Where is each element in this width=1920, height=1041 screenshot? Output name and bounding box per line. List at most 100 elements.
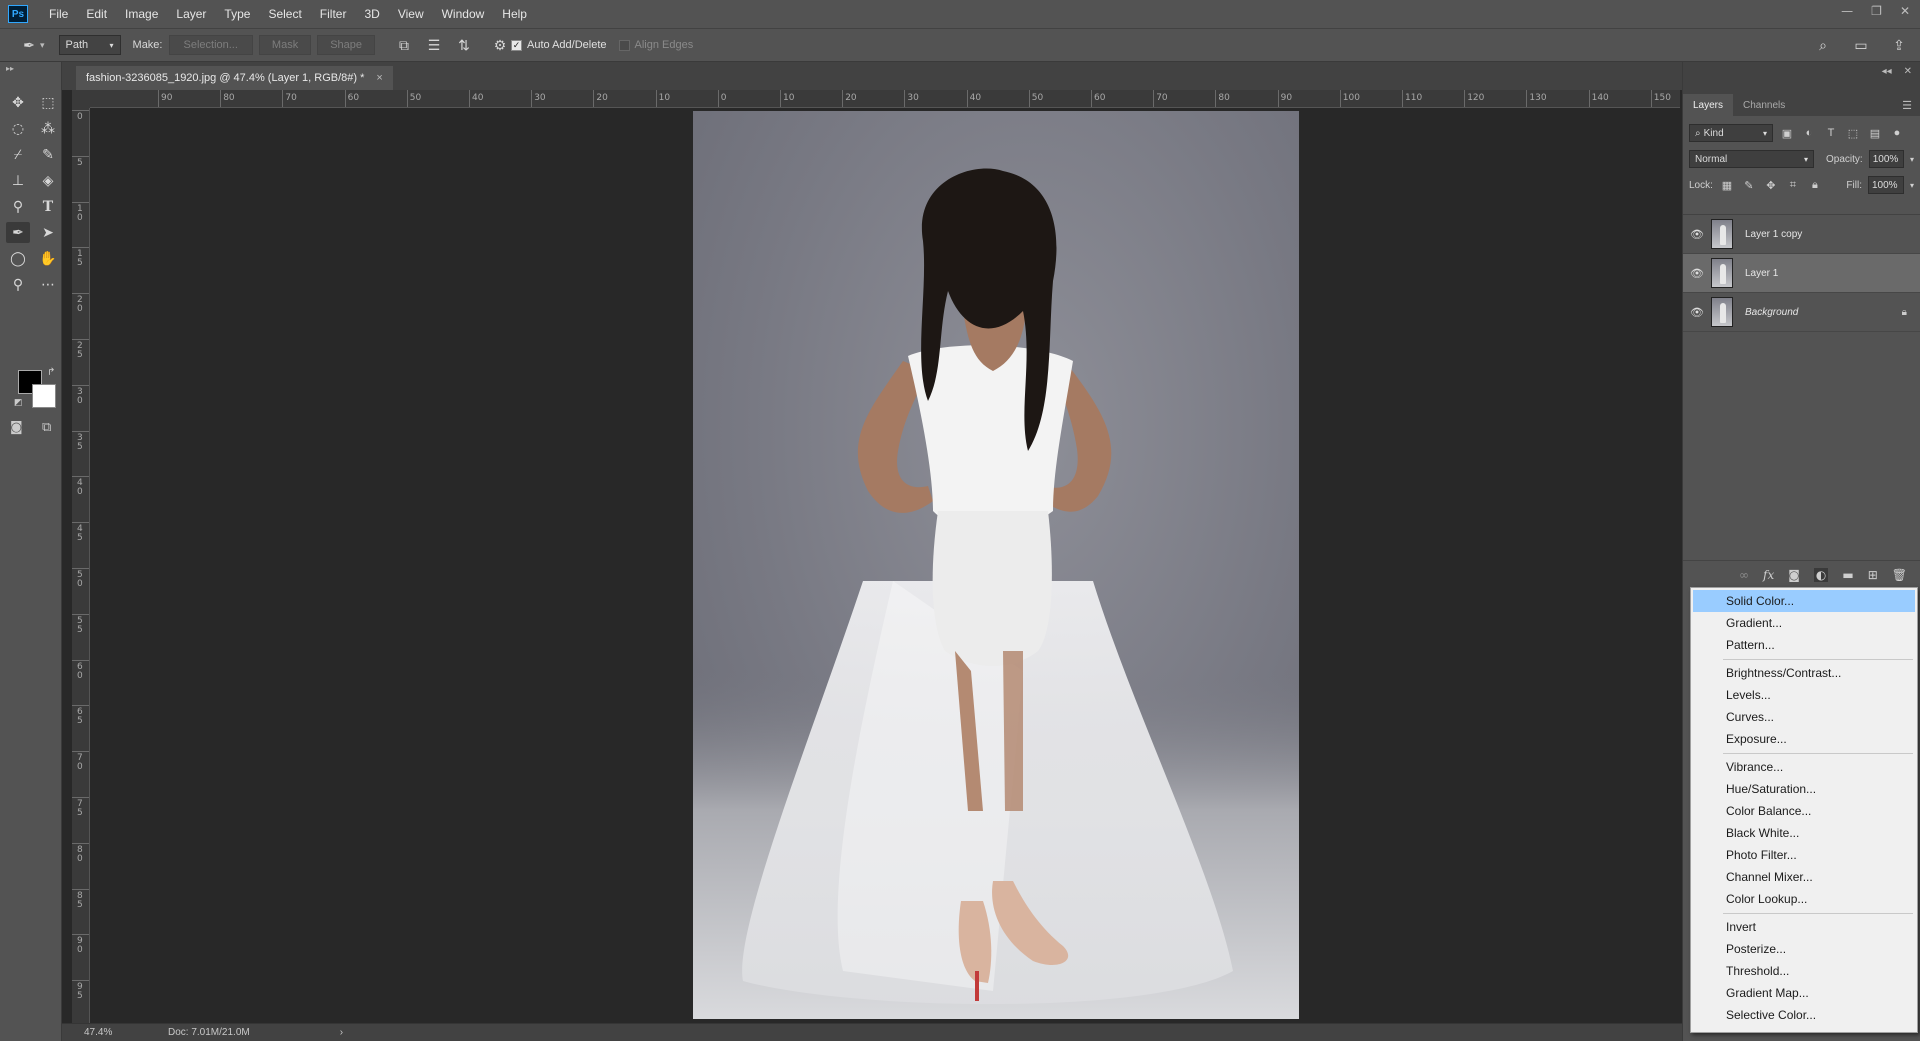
path-arrangement-icon[interactable]: ⇅ <box>453 34 475 56</box>
menu-item-exposure[interactable]: Exposure... <box>1693 728 1915 750</box>
move-tool-icon[interactable]: ✥ <box>6 92 30 113</box>
background-color-swatch[interactable] <box>32 384 56 408</box>
menu-item-posterize[interactable]: Posterize... <box>1693 938 1915 960</box>
document-image[interactable] <box>693 111 1299 1019</box>
menu-item-black-white[interactable]: Black White... <box>1693 822 1915 844</box>
menu-item-levels[interactable]: Levels... <box>1693 684 1915 706</box>
chevron-down-icon[interactable]: ▾ <box>1910 155 1914 164</box>
path-operations-icon[interactable]: ⧉ <box>393 34 415 56</box>
tab-layers[interactable]: Layers <box>1683 94 1734 116</box>
filter-shape-icon[interactable]: ⬚ <box>1845 125 1861 141</box>
gear-icon[interactable]: ⚙ <box>489 34 511 56</box>
menu-item-solid-color[interactable]: Solid Color... <box>1693 590 1915 612</box>
layer-filter-select[interactable]: ⌕ Kind ▾ <box>1689 124 1773 142</box>
search-icon[interactable]: ⌕ <box>1812 34 1834 56</box>
preset-chevron-icon[interactable]: ▾ <box>40 40 45 51</box>
link-layers-icon[interactable]: ∞ <box>1739 568 1749 582</box>
quick-mask-icon[interactable]: ◙ <box>10 420 23 435</box>
visibility-eye-icon[interactable]: 👁︎ <box>1683 306 1711 319</box>
make-selection-button[interactable]: Selection... <box>168 35 253 55</box>
screen-mode-icon[interactable]: ⧉ <box>42 420 51 435</box>
eraser-tool-icon[interactable]: ◈ <box>36 170 60 191</box>
opacity-input[interactable]: 100% <box>1868 150 1904 168</box>
new-layer-icon[interactable]: ⊞ <box>1868 568 1878 582</box>
menu-item-hue-saturation[interactable]: Hue/Saturation... <box>1693 778 1915 800</box>
restore-icon[interactable]: ❐ <box>1871 4 1882 18</box>
add-mask-icon[interactable]: ◙ <box>1788 568 1800 582</box>
menu-type[interactable]: Type <box>215 0 259 28</box>
close-panel-icon[interactable]: ✕ <box>1904 66 1912 77</box>
menu-select[interactable]: Select <box>259 0 310 28</box>
menu-item-color-balance[interactable]: Color Balance... <box>1693 800 1915 822</box>
document-tab[interactable]: fashion-3236085_1920.jpg @ 47.4% (Layer … <box>76 66 393 90</box>
pen-tool-preset-icon[interactable]: ✒ <box>18 34 40 56</box>
menu-filter[interactable]: Filter <box>311 0 356 28</box>
tab-channels[interactable]: Channels <box>1733 94 1795 116</box>
pen-tool-icon[interactable]: ✒ <box>6 222 30 243</box>
vertical-ruler[interactable]: 0 5 10 15 20 25 30 35 40 45 50 55 60 65 70 75 80 85 90 95 <box>72 108 90 1023</box>
adjustment-layer-icon[interactable]: ◐ <box>1813 567 1829 582</box>
align-edges-checkbox[interactable] <box>618 39 630 51</box>
stamp-tool-icon[interactable]: ⊥ <box>6 170 30 191</box>
menu-item-threshold[interactable]: Threshold... <box>1693 960 1915 982</box>
auto-add-delete-checkbox[interactable]: ✓ <box>511 39 523 51</box>
dodge-tool-icon[interactable]: ⚲ <box>6 196 30 217</box>
menu-item-gradient-map[interactable]: Gradient Map... <box>1693 982 1915 1004</box>
layer-lock-icon[interactable]: 🔒︎ <box>1902 307 1907 318</box>
menu-window[interactable]: Window <box>433 0 494 28</box>
filter-toggle-icon[interactable]: ● <box>1889 125 1905 141</box>
menu-item-invert[interactable]: Invert <box>1693 916 1915 938</box>
default-colors-icon[interactable]: ◩ <box>14 398 23 408</box>
make-shape-button[interactable]: Shape <box>317 35 376 55</box>
menu-item-brightness-contrast[interactable]: Brightness/Contrast... <box>1693 662 1915 684</box>
brush-tool-icon[interactable]: ✎ <box>36 144 60 165</box>
pen-mode-select[interactable]: Path ▾ <box>58 35 121 55</box>
status-expand-icon[interactable]: › <box>340 1027 343 1038</box>
menu-help[interactable]: Help <box>493 0 536 28</box>
collapse-panels-icon[interactable]: ◂◂ <box>1882 66 1892 77</box>
filter-adjustment-icon[interactable]: ◐ <box>1801 125 1817 141</box>
horizontal-ruler[interactable]: 90 80 70 60 50 40 30 20 10 0 10 20 30 40 50 60 70 80 90 100… <box>90 90 1680 108</box>
path-alignment-icon[interactable]: ☰ <box>423 34 445 56</box>
menu-item-pattern[interactable]: Pattern... <box>1693 634 1915 656</box>
new-group-icon[interactable]: ▬ <box>1842 568 1853 582</box>
menu-layer[interactable]: Layer <box>167 0 215 28</box>
filter-smart-object-icon[interactable]: ▤ <box>1867 125 1883 141</box>
menu-item-curves[interactable]: Curves... <box>1693 706 1915 728</box>
ruler-origin[interactable] <box>72 90 90 108</box>
menu-item-photo-filter[interactable]: Photo Filter... <box>1693 844 1915 866</box>
layer-row-selected[interactable]: 👁︎ Layer 1 <box>1683 254 1920 293</box>
share-icon[interactable]: ⇪ <box>1888 34 1910 56</box>
visibility-eye-icon[interactable]: 👁︎ <box>1683 228 1711 241</box>
zoom-tool-icon[interactable]: ⚲ <box>6 274 30 295</box>
lock-image-icon[interactable]: ✎ <box>1741 177 1757 193</box>
menu-3d[interactable]: 3D <box>355 0 388 28</box>
lock-transparent-icon[interactable]: ▦ <box>1719 177 1735 193</box>
eyedropper-tool-icon[interactable]: ⌿ <box>6 144 30 165</box>
layer-row[interactable]: 👁︎ Layer 1 copy <box>1683 215 1920 254</box>
lock-position-icon[interactable]: ✥ <box>1763 177 1779 193</box>
menu-file[interactable]: File <box>40 0 77 28</box>
close-tab-icon[interactable]: × <box>376 72 382 84</box>
menu-item-vibrance[interactable]: Vibrance... <box>1693 756 1915 778</box>
layer-row[interactable]: 👁︎ Background 🔒︎ <box>1683 293 1920 332</box>
marquee-tool-icon[interactable]: ⬚ <box>36 92 60 113</box>
workspace-icon[interactable]: ▭ <box>1850 34 1872 56</box>
close-window-icon[interactable]: ✕ <box>1900 4 1910 18</box>
type-tool-icon[interactable]: T <box>36 196 60 217</box>
lasso-tool-icon[interactable]: ◌ <box>6 118 30 139</box>
menu-item-gradient[interactable]: Gradient... <box>1693 612 1915 634</box>
visibility-eye-icon[interactable]: 👁︎ <box>1683 267 1711 280</box>
delete-layer-icon[interactable]: 🗑︎ <box>1892 568 1907 582</box>
filter-pixel-icon[interactable]: ▣ <box>1779 125 1795 141</box>
zoom-level[interactable]: 47.4% <box>84 1027 144 1038</box>
canvas-area[interactable] <box>90 108 1680 1023</box>
lock-artboard-icon[interactable]: ⌗ <box>1785 177 1801 193</box>
menu-item-color-lookup[interactable]: Color Lookup... <box>1693 888 1915 910</box>
toolbar-collapse-icon[interactable]: ▸▸ <box>6 64 14 73</box>
blend-mode-select[interactable]: Normal ▾ <box>1689 150 1815 168</box>
layer-style-fx-icon[interactable]: fx <box>1763 568 1774 582</box>
menu-view[interactable]: View <box>389 0 433 28</box>
menu-edit[interactable]: Edit <box>77 0 116 28</box>
ellipse-tool-icon[interactable]: ◯ <box>6 248 30 269</box>
